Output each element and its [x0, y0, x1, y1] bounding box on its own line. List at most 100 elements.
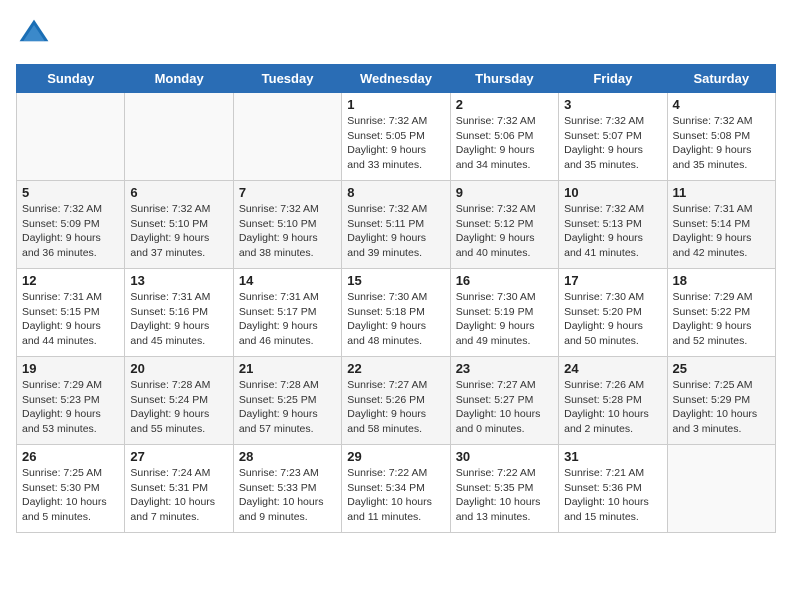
calendar-cell: 25 Sunrise: 7:25 AM Sunset: 5:29 PM Dayli… [667, 357, 775, 445]
calendar-cell: 1 Sunrise: 7:32 AM Sunset: 5:05 PM Daylig… [342, 93, 450, 181]
calendar-cell [667, 445, 775, 533]
day-info: Sunrise: 7:32 AM Sunset: 5:06 PM Dayligh… [456, 114, 553, 173]
calendar-cell: 16 Sunrise: 7:30 AM Sunset: 5:19 PM Dayli… [450, 269, 558, 357]
weekday-header: Thursday [450, 65, 558, 93]
weekday-header: Saturday [667, 65, 775, 93]
day-info: Sunrise: 7:25 AM Sunset: 5:30 PM Dayligh… [22, 466, 119, 525]
day-number: 22 [347, 361, 444, 376]
day-number: 7 [239, 185, 336, 200]
day-number: 16 [456, 273, 553, 288]
day-info: Sunrise: 7:27 AM Sunset: 5:26 PM Dayligh… [347, 378, 444, 437]
day-info: Sunrise: 7:28 AM Sunset: 5:25 PM Dayligh… [239, 378, 336, 437]
day-info: Sunrise: 7:23 AM Sunset: 5:33 PM Dayligh… [239, 466, 336, 525]
day-number: 20 [130, 361, 227, 376]
day-number: 29 [347, 449, 444, 464]
day-number: 9 [456, 185, 553, 200]
day-info: Sunrise: 7:31 AM Sunset: 5:16 PM Dayligh… [130, 290, 227, 349]
calendar-cell: 8 Sunrise: 7:32 AM Sunset: 5:11 PM Daylig… [342, 181, 450, 269]
calendar-cell: 29 Sunrise: 7:22 AM Sunset: 5:34 PM Dayli… [342, 445, 450, 533]
calendar-cell: 15 Sunrise: 7:30 AM Sunset: 5:18 PM Dayli… [342, 269, 450, 357]
day-number: 23 [456, 361, 553, 376]
day-number: 25 [673, 361, 770, 376]
day-number: 14 [239, 273, 336, 288]
calendar-cell: 7 Sunrise: 7:32 AM Sunset: 5:10 PM Daylig… [233, 181, 341, 269]
calendar-cell: 14 Sunrise: 7:31 AM Sunset: 5:17 PM Dayli… [233, 269, 341, 357]
day-info: Sunrise: 7:25 AM Sunset: 5:29 PM Dayligh… [673, 378, 770, 437]
calendar-cell: 19 Sunrise: 7:29 AM Sunset: 5:23 PM Dayli… [17, 357, 125, 445]
calendar-cell: 26 Sunrise: 7:25 AM Sunset: 5:30 PM Dayli… [17, 445, 125, 533]
day-number: 10 [564, 185, 661, 200]
calendar-cell: 10 Sunrise: 7:32 AM Sunset: 5:13 PM Dayli… [559, 181, 667, 269]
calendar-cell: 21 Sunrise: 7:28 AM Sunset: 5:25 PM Dayli… [233, 357, 341, 445]
day-number: 12 [22, 273, 119, 288]
calendar-cell: 9 Sunrise: 7:32 AM Sunset: 5:12 PM Daylig… [450, 181, 558, 269]
day-info: Sunrise: 7:30 AM Sunset: 5:18 PM Dayligh… [347, 290, 444, 349]
day-number: 6 [130, 185, 227, 200]
day-number: 15 [347, 273, 444, 288]
day-number: 19 [22, 361, 119, 376]
day-number: 11 [673, 185, 770, 200]
day-number: 8 [347, 185, 444, 200]
calendar-cell [233, 93, 341, 181]
calendar-cell: 5 Sunrise: 7:32 AM Sunset: 5:09 PM Daylig… [17, 181, 125, 269]
weekday-header: Tuesday [233, 65, 341, 93]
day-number: 26 [22, 449, 119, 464]
day-info: Sunrise: 7:30 AM Sunset: 5:19 PM Dayligh… [456, 290, 553, 349]
day-number: 13 [130, 273, 227, 288]
calendar-cell: 12 Sunrise: 7:31 AM Sunset: 5:15 PM Dayli… [17, 269, 125, 357]
day-info: Sunrise: 7:22 AM Sunset: 5:34 PM Dayligh… [347, 466, 444, 525]
calendar-cell [125, 93, 233, 181]
day-info: Sunrise: 7:31 AM Sunset: 5:14 PM Dayligh… [673, 202, 770, 261]
day-number: 4 [673, 97, 770, 112]
day-number: 27 [130, 449, 227, 464]
calendar-cell: 6 Sunrise: 7:32 AM Sunset: 5:10 PM Daylig… [125, 181, 233, 269]
logo [16, 16, 56, 52]
calendar-cell: 23 Sunrise: 7:27 AM Sunset: 5:27 PM Dayli… [450, 357, 558, 445]
calendar-cell: 2Sunrise: 7:32 AM Sunset: 5:06 PM Daylig… [450, 93, 558, 181]
calendar-cell: 20 Sunrise: 7:28 AM Sunset: 5:24 PM Dayli… [125, 357, 233, 445]
day-number: 30 [456, 449, 553, 464]
weekday-header: Wednesday [342, 65, 450, 93]
day-info: Sunrise: 7:22 AM Sunset: 5:35 PM Dayligh… [456, 466, 553, 525]
calendar-cell: 13 Sunrise: 7:31 AM Sunset: 5:16 PM Dayli… [125, 269, 233, 357]
calendar-header: SundayMondayTuesdayWednesdayThursdayFrid… [17, 65, 776, 93]
day-info: Sunrise: 7:24 AM Sunset: 5:31 PM Dayligh… [130, 466, 227, 525]
day-info: Sunrise: 7:32 AM Sunset: 5:11 PM Dayligh… [347, 202, 444, 261]
day-info: Sunrise: 7:32 AM Sunset: 5:13 PM Dayligh… [564, 202, 661, 261]
calendar-table: SundayMondayTuesdayWednesdayThursdayFrid… [16, 64, 776, 533]
day-info: Sunrise: 7:28 AM Sunset: 5:24 PM Dayligh… [130, 378, 227, 437]
day-info: Sunrise: 7:32 AM Sunset: 5:09 PM Dayligh… [22, 202, 119, 261]
weekday-header: Monday [125, 65, 233, 93]
calendar-cell: 18 Sunrise: 7:29 AM Sunset: 5:22 PM Dayli… [667, 269, 775, 357]
day-number: 1 [347, 97, 444, 112]
logo-icon [16, 16, 52, 52]
day-info: Sunrise: 7:27 AM Sunset: 5:27 PM Dayligh… [456, 378, 553, 437]
calendar-cell: 30 Sunrise: 7:22 AM Sunset: 5:35 PM Dayli… [450, 445, 558, 533]
calendar-cell: 4 Sunrise: 7:32 AM Sunset: 5:08 PM Daylig… [667, 93, 775, 181]
day-info: Sunrise: 7:31 AM Sunset: 5:17 PM Dayligh… [239, 290, 336, 349]
calendar-cell: 28 Sunrise: 7:23 AM Sunset: 5:33 PM Dayli… [233, 445, 341, 533]
calendar-cell: 31Sunrise: 7:21 AM Sunset: 5:36 PM Dayli… [559, 445, 667, 533]
day-info: Sunrise: 7:29 AM Sunset: 5:23 PM Dayligh… [22, 378, 119, 437]
day-info: Sunrise: 7:31 AM Sunset: 5:15 PM Dayligh… [22, 290, 119, 349]
day-number: 18 [673, 273, 770, 288]
calendar-cell: 22 Sunrise: 7:27 AM Sunset: 5:26 PM Dayli… [342, 357, 450, 445]
day-number: 31 [564, 449, 661, 464]
calendar-cell: 27 Sunrise: 7:24 AM Sunset: 5:31 PM Dayli… [125, 445, 233, 533]
weekday-header: Sunday [17, 65, 125, 93]
calendar-cell: 24Sunrise: 7:26 AM Sunset: 5:28 PM Dayli… [559, 357, 667, 445]
day-info: Sunrise: 7:32 AM Sunset: 5:05 PM Dayligh… [347, 114, 444, 173]
day-info: Sunrise: 7:32 AM Sunset: 5:10 PM Dayligh… [239, 202, 336, 261]
calendar-cell: 3 Sunrise: 7:32 AM Sunset: 5:07 PM Daylig… [559, 93, 667, 181]
day-number: 5 [22, 185, 119, 200]
day-info: Sunrise: 7:32 AM Sunset: 5:07 PM Dayligh… [564, 114, 661, 173]
day-info: Sunrise: 7:26 AM Sunset: 5:28 PM Dayligh… [564, 378, 661, 437]
day-number: 3 [564, 97, 661, 112]
day-number: 21 [239, 361, 336, 376]
day-info: Sunrise: 7:32 AM Sunset: 5:08 PM Dayligh… [673, 114, 770, 173]
day-info: Sunrise: 7:32 AM Sunset: 5:12 PM Dayligh… [456, 202, 553, 261]
day-number: 28 [239, 449, 336, 464]
calendar-cell: 17Sunrise: 7:30 AM Sunset: 5:20 PM Dayli… [559, 269, 667, 357]
day-info: Sunrise: 7:32 AM Sunset: 5:10 PM Dayligh… [130, 202, 227, 261]
day-info: Sunrise: 7:29 AM Sunset: 5:22 PM Dayligh… [673, 290, 770, 349]
